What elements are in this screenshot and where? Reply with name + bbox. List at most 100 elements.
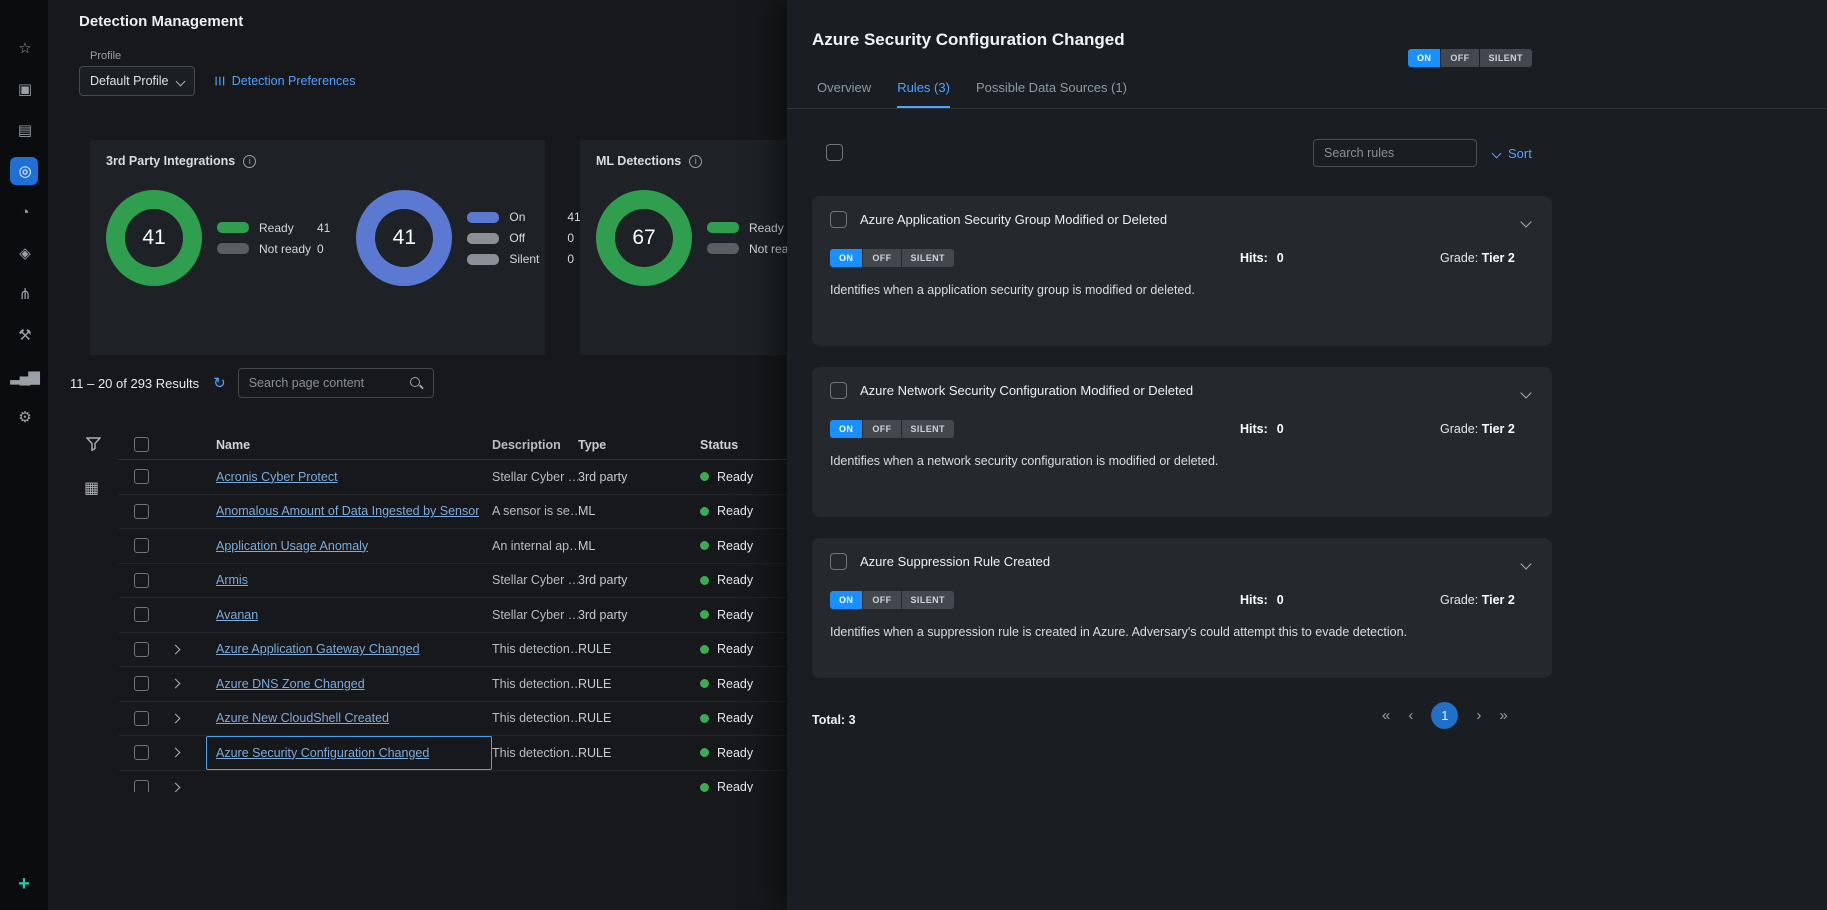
- toggle-silent-button[interactable]: SILENT: [902, 249, 954, 267]
- status-text: Ready: [717, 677, 753, 691]
- rule-checkbox[interactable]: [830, 211, 847, 228]
- donut-chart: 41: [356, 190, 452, 286]
- expand-icon[interactable]: [171, 644, 181, 654]
- status-text: Ready: [717, 539, 753, 553]
- status-text: Ready: [717, 573, 753, 587]
- rules-total: Total: 3: [812, 713, 856, 727]
- status-text: Ready: [717, 780, 753, 792]
- expand-icon[interactable]: [171, 679, 181, 689]
- detection-link[interactable]: Azure DNS Zone Changed: [216, 677, 365, 691]
- row-checkbox-cell: [118, 667, 168, 701]
- columns-icon[interactable]: ▦: [84, 478, 99, 498]
- page-search[interactable]: [238, 368, 434, 398]
- name-cell: Avanan: [206, 598, 492, 632]
- rules-search[interactable]: [1313, 139, 1477, 167]
- row-checkbox[interactable]: [134, 711, 149, 726]
- tab-rules-3[interactable]: Rules (3): [897, 80, 950, 108]
- rule-description: Identifies when a network security confi…: [830, 454, 1534, 468]
- row-checkbox[interactable]: [134, 745, 149, 760]
- status-dot: [700, 748, 709, 757]
- filter-icon[interactable]: [86, 437, 101, 456]
- settings-icon[interactable]: ⚙: [10, 403, 38, 431]
- rule-hits: Hits:0: [1240, 251, 1284, 265]
- toggle-silent-button[interactable]: SILENT: [902, 591, 954, 609]
- star-icon[interactable]: ☆: [10, 34, 38, 62]
- last-page-button[interactable]: »: [1499, 707, 1507, 724]
- tab-possible-data-sources-1[interactable]: Possible Data Sources (1): [976, 80, 1127, 108]
- toggle-on-button[interactable]: ON: [830, 591, 862, 609]
- row-checkbox[interactable]: [134, 504, 149, 519]
- tab-overview[interactable]: Overview: [817, 80, 871, 108]
- row-checkbox[interactable]: [134, 469, 149, 484]
- rule-checkbox[interactable]: [830, 382, 847, 399]
- detection-link[interactable]: Acronis Cyber Protect: [216, 470, 338, 484]
- detection-preferences-link[interactable]: ☰ Detection Preferences: [214, 74, 355, 88]
- row-checkbox[interactable]: [134, 607, 149, 622]
- grade-label: Grade:: [1440, 251, 1482, 265]
- toggle-off-button[interactable]: OFF: [863, 249, 900, 267]
- next-page-button[interactable]: ›: [1476, 707, 1481, 724]
- rule-checkbox[interactable]: [830, 553, 847, 570]
- legend-value: 0: [567, 231, 574, 245]
- detection-management-icon[interactable]: ◎: [10, 157, 38, 185]
- detection-link[interactable]: Avanan: [216, 608, 258, 622]
- reports-icon[interactable]: ▂▄▆: [10, 362, 38, 390]
- toggle-off-button[interactable]: OFF: [1441, 49, 1478, 67]
- row-checkbox-cell: [118, 460, 168, 494]
- row-checkbox[interactable]: [134, 538, 149, 553]
- rule-meta-row: ONOFFSILENTHits:0Grade: Tier 2: [830, 590, 1534, 610]
- page-title: Detection Management: [79, 13, 243, 30]
- first-page-button[interactable]: «: [1382, 707, 1390, 724]
- status-dot: [700, 714, 709, 723]
- detection-link[interactable]: Azure New CloudShell Created: [216, 711, 389, 725]
- page-search-input[interactable]: [249, 376, 409, 390]
- refresh-icon[interactable]: ↻: [213, 374, 226, 392]
- description-cell: [492, 771, 578, 793]
- toggle-silent-button[interactable]: SILENT: [1480, 49, 1532, 67]
- current-page-button[interactable]: 1: [1431, 702, 1458, 729]
- detection-link[interactable]: Application Usage Anomaly: [216, 539, 368, 553]
- select-all-checkbox[interactable]: [134, 437, 149, 452]
- rules-search-input[interactable]: [1324, 146, 1466, 160]
- type-cell: ML: [578, 495, 694, 529]
- legend-label: On: [509, 210, 567, 224]
- row-checkbox[interactable]: [134, 676, 149, 691]
- row-checkbox-cell: [118, 736, 168, 770]
- detection-link[interactable]: Azure Application Gateway Changed: [216, 642, 420, 656]
- row-checkbox[interactable]: [134, 780, 149, 792]
- assets-icon[interactable]: ◈: [10, 239, 38, 267]
- rules-select-all-checkbox[interactable]: [826, 144, 843, 161]
- toggle-off-button[interactable]: OFF: [863, 420, 900, 438]
- grade-value: Tier 2: [1482, 593, 1515, 607]
- toggle-on-button[interactable]: ON: [1408, 49, 1440, 67]
- cases-icon[interactable]: ▤: [10, 116, 38, 144]
- threat-hunting-icon[interactable]: ◔: [10, 198, 38, 226]
- hits-value: 0: [1277, 251, 1284, 265]
- detection-link[interactable]: Azure Security Configuration Changed: [216, 746, 429, 760]
- toggle-on-button[interactable]: ON: [830, 420, 862, 438]
- header-type[interactable]: Type: [578, 430, 694, 459]
- connectors-icon[interactable]: ⋔: [10, 280, 38, 308]
- legend-swatch: [467, 233, 499, 244]
- profile-select[interactable]: Default Profile: [79, 66, 195, 96]
- expand-icon[interactable]: [171, 748, 181, 758]
- row-checkbox[interactable]: [134, 573, 149, 588]
- toggle-silent-button[interactable]: SILENT: [902, 420, 954, 438]
- detection-link[interactable]: Armis: [216, 573, 248, 587]
- expand-icon[interactable]: [171, 782, 181, 792]
- status-dot: [700, 783, 709, 792]
- toggle-off-button[interactable]: OFF: [863, 591, 900, 609]
- expand-icon[interactable]: [171, 713, 181, 723]
- header-description[interactable]: Description: [492, 430, 578, 459]
- sort-control[interactable]: Sort: [1493, 146, 1532, 161]
- detection-link[interactable]: Anomalous Amount of Data Ingested by Sen…: [216, 504, 479, 518]
- add-icon[interactable]: +: [18, 873, 30, 896]
- automation-icon[interactable]: ⚒: [10, 321, 38, 349]
- status-dot: [700, 576, 709, 585]
- detections-card-icon[interactable]: ▣: [10, 75, 38, 103]
- header-name[interactable]: Name: [206, 430, 492, 459]
- toggle-on-button[interactable]: ON: [830, 249, 862, 267]
- app-sidebar: ☆ ▣ ▤ ◎ ◔ ◈ ⋔ ⚒ ▂▄▆ ⚙ +: [0, 0, 48, 910]
- previous-page-button[interactable]: ‹: [1408, 707, 1413, 724]
- row-checkbox[interactable]: [134, 642, 149, 657]
